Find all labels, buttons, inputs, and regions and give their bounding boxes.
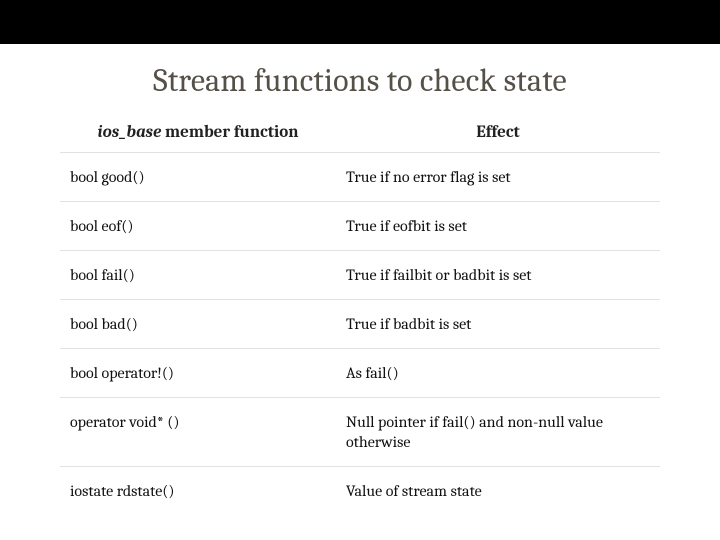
cell-function: iostate rdstate() [60,467,336,516]
cell-function: bool operator!() [60,349,336,398]
cell-function: bool fail() [60,251,336,300]
cell-function: bool bad() [60,300,336,349]
header-function: ios_base member function [60,117,336,153]
table-row: bool good() True if no error flag is set [60,153,660,202]
header-function-italic: ios_base [97,123,161,142]
table-row: bool fail() True if failbit or badbit is… [60,251,660,300]
cell-effect: True if eofbit is set [336,202,660,251]
functions-table: ios_base member function Effect bool goo… [60,117,660,515]
cell-effect: As fail() [336,349,660,398]
header-function-rest: member function [161,123,298,142]
table-row: bool operator!() As fail() [60,349,660,398]
slide-title: Stream functions to check state [0,62,720,99]
table-row: operator void* () Null pointer if fail()… [60,398,660,467]
cell-function: bool good() [60,153,336,202]
cell-function: operator void* () [60,398,336,467]
cell-effect: True if failbit or badbit is set [336,251,660,300]
cell-function: bool eof() [60,202,336,251]
table-row: iostate rdstate() Value of stream state [60,467,660,516]
cell-effect: True if badbit is set [336,300,660,349]
table-row: bool eof() True if eofbit is set [60,202,660,251]
cell-effect: Value of stream state [336,467,660,516]
cell-effect: True if no error flag is set [336,153,660,202]
cell-effect: Null pointer if fail() and non-null valu… [336,398,660,467]
table-container: ios_base member function Effect bool goo… [0,117,720,515]
table-header-row: ios_base member function Effect [60,117,660,153]
header-effect: Effect [336,117,660,153]
table-row: bool bad() True if badbit is set [60,300,660,349]
top-bar [0,0,720,44]
